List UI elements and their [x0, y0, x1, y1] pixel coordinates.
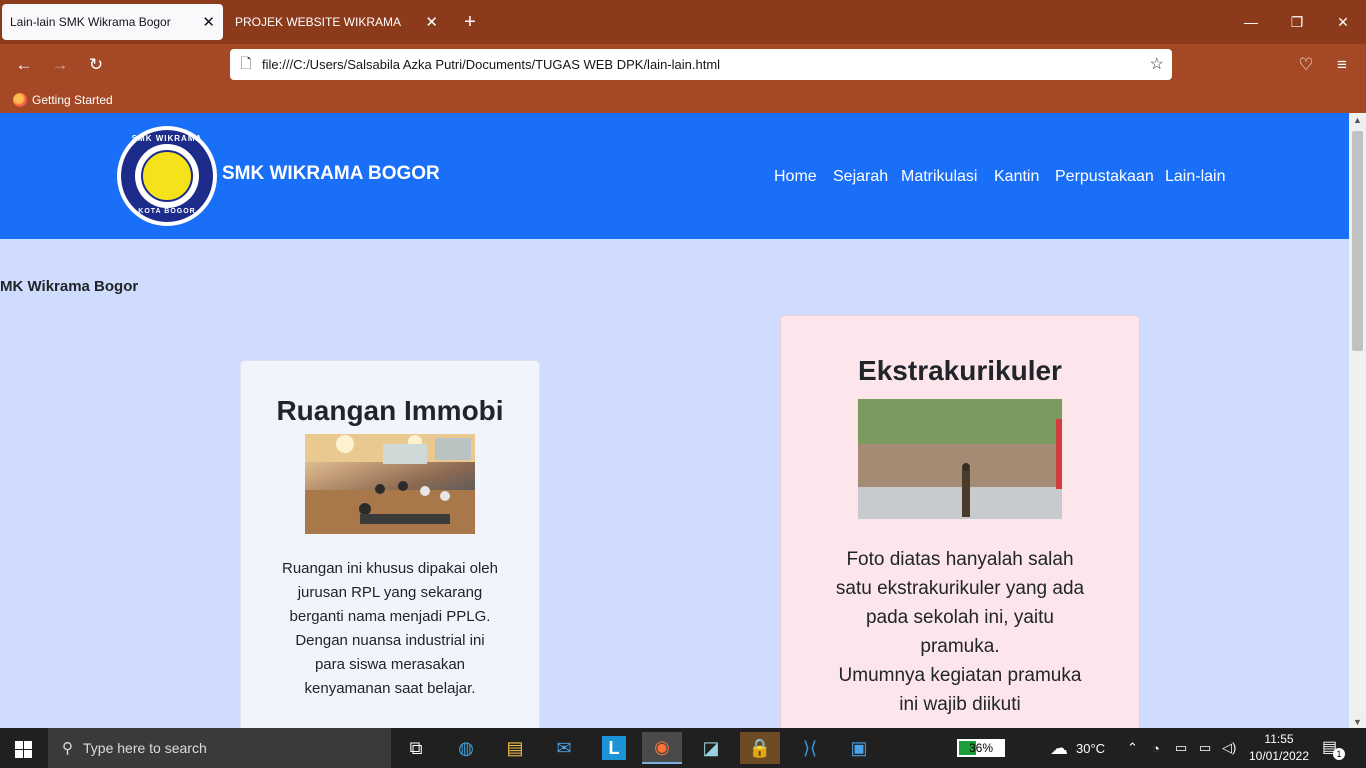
bookmark-getting-started[interactable]: Getting Started	[32, 93, 113, 107]
logo-text-bottom: KOTA BOGOR	[138, 208, 196, 215]
battery-indicator[interactable]: 36%	[957, 739, 1005, 757]
scroll-down-icon[interactable]: ▼	[1353, 717, 1362, 727]
minimize-icon[interactable]: —	[1236, 8, 1266, 36]
nav-home[interactable]: Home	[774, 168, 817, 186]
nav-matrikulasi[interactable]: Matrikulasi	[901, 168, 977, 186]
time: 11:55	[1264, 732, 1294, 746]
school-logo[interactable]: SMK WIKRAMA KOTA BOGOR	[117, 126, 217, 226]
nav-sejarah[interactable]: Sejarah	[833, 168, 888, 186]
search-icon: ⚲	[62, 740, 73, 757]
weather-widget[interactable]: ☁ 30°C	[1050, 728, 1105, 768]
close-tab-icon[interactable]: ✕	[202, 13, 215, 31]
taskbar-search[interactable]: ⚲ Type here to search	[48, 728, 391, 768]
card-title: Ruangan Immobi	[276, 395, 504, 426]
mail-icon[interactable]: ✉	[544, 732, 584, 764]
url-bar[interactable]: 🗋 file:///C:/Users/Salsabila Azka Putri/…	[230, 49, 1172, 80]
bookmark-star-icon[interactable]: ☆	[1150, 54, 1164, 74]
card-text: Foto diatas hanyalah salah satu ekstraku…	[831, 545, 1089, 719]
nav-perpustakaan[interactable]: Perpustakaan	[1055, 168, 1154, 186]
scrollbar-thumb[interactable]	[1352, 131, 1363, 351]
clock[interactable]: 11:55 10/01/2022	[1245, 731, 1313, 765]
firefox-icon	[13, 92, 27, 107]
photos-icon[interactable]: ▣	[839, 732, 879, 764]
tab-title: PROJEK WEBSITE WIKRAMA	[235, 15, 402, 29]
reload-icon[interactable]: ↻	[83, 52, 109, 78]
new-tab-plus-icon[interactable]: +	[458, 8, 482, 36]
card-text: Ruangan ini khusus dipakai oleh jurusan …	[281, 557, 499, 701]
nav-lain-lain[interactable]: Lain-lain	[1165, 168, 1225, 186]
url-text[interactable]: file:///C:/Users/Salsabila Azka Putri/Do…	[262, 57, 720, 72]
tab-lain-lain[interactable]: Lain-lain SMK Wikrama Bogor ✕	[2, 4, 223, 40]
restore-icon[interactable]: ❐	[1282, 8, 1312, 36]
search-placeholder: Type here to search	[83, 740, 207, 756]
back-arrow-icon[interactable]: ←	[11, 52, 37, 78]
forward-arrow-icon[interactable]: →	[47, 52, 73, 78]
card-text-content: Ruangan ini khusus dipakai oleh jurusan …	[282, 560, 498, 697]
menu-hamburger-icon[interactable]: ≡	[1329, 52, 1355, 78]
date: 10/01/2022	[1248, 749, 1310, 763]
vscode-icon[interactable]: ⟩⟨	[790, 732, 830, 764]
scroll-up-icon[interactable]: ▲	[1353, 115, 1362, 125]
tab-bar: Lain-lain SMK Wikrama Bogor ✕ PROJEK WEB…	[0, 0, 1366, 44]
tab-title: Lain-lain SMK Wikrama Bogor	[10, 15, 171, 29]
temperature: 30°C	[1076, 740, 1106, 756]
card-text-content: Foto diatas hanyalah salah satu ekstraku…	[835, 549, 1085, 715]
card-title: Ekstrakurikuler	[858, 355, 1062, 386]
close-window-icon[interactable]: ✕	[1328, 8, 1358, 36]
classroom-photo	[305, 434, 475, 534]
windows-taskbar: ⚲ Type here to search ⧉ ◍ ▤ ✉ L ◉ ◪ 🔒 ⟩⟨…	[0, 728, 1366, 768]
task-view-icon[interactable]: ⧉	[396, 732, 436, 764]
tray-chevron-icon[interactable]: ⌃	[1127, 728, 1138, 768]
close-tab-icon[interactable]: ✕	[425, 13, 438, 31]
card-ruangan-immobi: Ruangan Immobi Ruangan ini khusus dipaka…	[240, 360, 540, 728]
bookmarks-bar: Getting Started	[0, 86, 1366, 113]
battery-tray-icon[interactable]: ▭	[1199, 728, 1211, 768]
lock-app-icon[interactable]: 🔒	[740, 732, 780, 764]
volume-icon[interactable]: ◁)	[1222, 728, 1236, 768]
page-caption: MK Wikrama Bogor	[0, 278, 139, 295]
card-ekstrakurikuler: Ekstrakurikuler Foto diatas hanyalah sal…	[780, 315, 1140, 728]
file-explorer-icon[interactable]: ▤	[495, 732, 535, 764]
pramuka-photo	[858, 399, 1062, 519]
page-viewport: SMK WIKRAMA KOTA BOGOR SMK WIKRAMA BOGOR…	[0, 113, 1349, 728]
page-scrollbar[interactable]: ▲ ▼	[1349, 113, 1366, 728]
battery-percent: 36%	[968, 741, 994, 755]
logo-text-top: SMK WIKRAMA	[131, 134, 203, 143]
wifi-icon[interactable]: ◔	[1152, 728, 1160, 768]
nav-kantin[interactable]: Kantin	[994, 168, 1039, 186]
windows-start-icon[interactable]	[0, 728, 48, 768]
site-brand[interactable]: SMK WIKRAMA BOGOR	[222, 163, 440, 185]
edge-icon[interactable]: ◍	[446, 732, 486, 764]
navigation-toolbar: ← → ↻ 🗋 file:///C:/Users/Salsabila Azka …	[0, 44, 1366, 86]
pocket-icon[interactable]: ♡	[1293, 52, 1319, 78]
firefox-taskbar-icon[interactable]: ◉	[642, 732, 682, 764]
site-header: SMK WIKRAMA KOTA BOGOR SMK WIKRAMA BOGOR…	[0, 113, 1349, 239]
page-icon: 🗋	[240, 54, 252, 71]
notes-icon[interactable]: ◪	[691, 732, 731, 764]
display-icon[interactable]: ▭	[1175, 728, 1187, 768]
tab-projek-website[interactable]: PROJEK WEBSITE WIKRAMA ✕	[226, 4, 446, 40]
notifications-icon[interactable]: ▤ 1	[1322, 737, 1345, 760]
cloud-rain-icon: ☁	[1050, 737, 1068, 758]
notification-count: 1	[1333, 748, 1345, 760]
logo-emblem	[141, 150, 193, 202]
app-l-icon[interactable]: L	[594, 732, 634, 764]
